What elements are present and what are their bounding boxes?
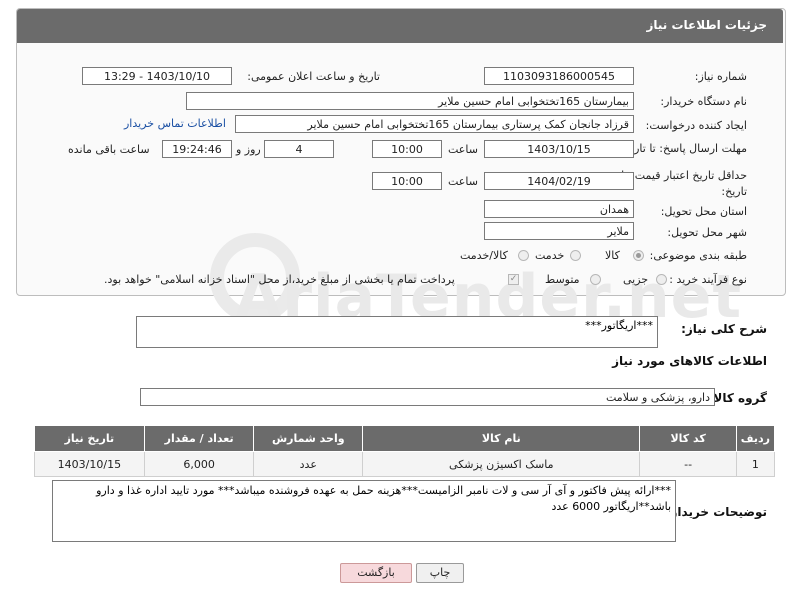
goods-group-value: دارو، پزشکی و سلامت <box>140 388 715 406</box>
buyer-notes-label: توضیحات خریدار: <box>665 505 767 519</box>
goods-info-title: اطلاعات کالاهای مورد نیاز <box>612 354 767 368</box>
print-button[interactable]: چاپ <box>416 563 464 583</box>
category-radio-goods-service[interactable] <box>518 250 529 261</box>
col-header-row: ردیف <box>735 425 776 452</box>
process-option-medium: متوسط <box>545 273 580 286</box>
requester-value: قرزاد جانجان کمک پرستاری بیمارستان 165تخ… <box>235 115 634 133</box>
col-header-qty: تعداد / مقدار <box>143 425 255 452</box>
back-button[interactable]: بازگشت <box>340 563 412 583</box>
description-label: شرح کلی نیاز: <box>681 322 767 336</box>
cell-row-number: 1 <box>735 451 776 477</box>
buyer-org-value: بیمارستان 165تختخوابی امام حسین ملایر <box>186 92 634 110</box>
col-header-unit: واحد شمارش <box>253 425 364 452</box>
category-label: طبقه بندی موضوعی: <box>649 249 747 262</box>
buyer-notes-textarea[interactable] <box>52 480 676 542</box>
announce-datetime-label: تاریخ و ساعت اعلان عمومی: <box>247 70 380 83</box>
process-label: نوع فرآیند خرید : <box>669 273 747 286</box>
time-remaining-label: ساعت باقی مانده <box>68 143 150 156</box>
announce-datetime-value: 1403/10/10 - 13:29 <box>82 67 232 85</box>
col-header-date: تاریخ نیاز <box>34 425 145 452</box>
process-option-minor: جزیی <box>623 273 649 286</box>
city-value: ملایر <box>484 222 634 240</box>
treasury-checkbox[interactable]: ✓ <box>508 274 519 285</box>
reply-deadline-date: 1403/10/15 <box>484 140 634 158</box>
buyer-org-label: نام دستگاه خریدار: <box>660 95 747 108</box>
category-radio-goods[interactable] <box>633 250 644 261</box>
buyer-contact-link[interactable]: اطلاعات تماس خریدار <box>124 117 226 130</box>
price-validity-time-label: ساعت <box>448 175 478 188</box>
cell-date: 1403/10/15 <box>34 451 145 477</box>
col-header-code: کد کالا <box>639 425 737 452</box>
panel-title: جزئیات اطلاعات نیاز <box>646 18 767 32</box>
city-label: شهر محل تحویل: <box>667 226 747 239</box>
goods-table: ردیف کد کالا نام کالا واحد شمارش تعداد /… <box>34 425 776 477</box>
province-value: همدان <box>484 200 634 218</box>
need-number-value: 1103093186000545 <box>484 67 634 85</box>
reply-deadline-time-label: ساعت <box>448 143 478 156</box>
process-radio-minor[interactable] <box>656 274 667 285</box>
days-remaining-value: 4 <box>264 140 334 158</box>
process-radio-medium[interactable] <box>590 274 601 285</box>
goods-group-label: گروه کالا: <box>708 391 767 405</box>
cell-unit: عدد <box>253 451 364 477</box>
reply-deadline-time: 10:00 <box>372 140 442 158</box>
reply-deadline-label: مهلت ارسال پاسخ: تا تاریخ: <box>620 142 747 155</box>
price-validity-date: 1404/02/19 <box>484 172 634 190</box>
days-label: روز و <box>236 143 261 156</box>
treasury-note: پرداخت تمام یا بخشی از مبلغ خرید،از محل … <box>104 273 455 286</box>
price-validity-label: حداقل تاریخ اعتبار قیمت: تا تاریخ: <box>621 169 747 198</box>
category-radio-service[interactable] <box>570 250 581 261</box>
category-option-service: خدمت <box>535 249 565 262</box>
need-number-label: شماره نیاز: <box>694 70 747 83</box>
cell-qty: 6,000 <box>143 451 255 477</box>
price-validity-time: 10:00 <box>372 172 442 190</box>
cell-code: -- <box>639 451 737 477</box>
cell-name: ماسک اکسیژن پزشکی <box>362 451 641 477</box>
description-textarea[interactable] <box>136 316 658 348</box>
time-remaining-value: 19:24:46 <box>162 140 232 158</box>
province-label: استان محل تحویل: <box>660 205 747 218</box>
category-option-goods: کالا <box>605 249 620 262</box>
table-row: 1 -- ماسک اکسیژن پزشکی عدد 6,000 1403/10… <box>34 451 776 477</box>
category-option-goods-service: کالا/خدمت <box>460 249 508 262</box>
requester-label: ایجاد کننده درخواست: <box>645 119 747 132</box>
col-header-name: نام کالا <box>362 425 641 452</box>
